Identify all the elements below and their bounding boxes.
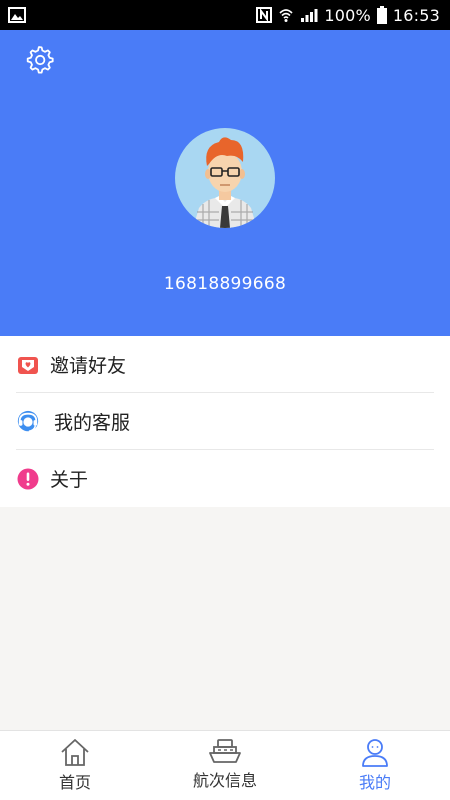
- status-time: 16:53: [392, 5, 440, 25]
- menu-item-label: 我的客服: [54, 412, 131, 434]
- menu-item-about[interactable]: 关于: [0, 450, 450, 507]
- nav-label: 航次信息: [192, 771, 257, 790]
- nav-label: 我的: [358, 773, 391, 792]
- invite-envelope-icon: [16, 353, 40, 377]
- menu-item-label: 邀请好友: [50, 355, 127, 377]
- battery-icon: [376, 6, 387, 24]
- home-icon: [59, 737, 91, 767]
- customer-service-icon: [16, 410, 40, 434]
- bottom-nav: 首页 航次信息 我的: [0, 730, 450, 800]
- menu-item-label: 关于: [50, 469, 89, 491]
- avatar[interactable]: [175, 128, 275, 228]
- gear-icon: [24, 44, 54, 74]
- avatar-illustration: [193, 137, 257, 228]
- nav-item-mine[interactable]: 我的: [300, 731, 450, 800]
- ship-icon: [208, 737, 242, 765]
- settings-button[interactable]: [22, 42, 56, 76]
- nfc-icon: [256, 7, 273, 23]
- nav-item-voyage-info[interactable]: 航次信息: [150, 731, 300, 800]
- menu-item-invite-friends[interactable]: 邀请好友: [0, 336, 450, 393]
- profile-menu: 邀请好友 我的客服 关于: [0, 336, 450, 507]
- nav-label: 首页: [58, 773, 91, 792]
- wifi-icon: [278, 7, 294, 23]
- user-icon: [360, 737, 390, 767]
- menu-item-customer-service[interactable]: 我的客服: [0, 393, 450, 450]
- battery-percent: 100%: [324, 5, 371, 25]
- gallery-notification-icon: [8, 7, 26, 23]
- about-exclamation-icon: [16, 467, 40, 491]
- nav-item-home[interactable]: 首页: [0, 731, 150, 800]
- signal-icon: [300, 7, 318, 23]
- profile-header: 16818899668: [0, 30, 450, 336]
- user-phone: 16818899668: [163, 274, 287, 294]
- status-bar: 100% 16:53: [0, 0, 450, 30]
